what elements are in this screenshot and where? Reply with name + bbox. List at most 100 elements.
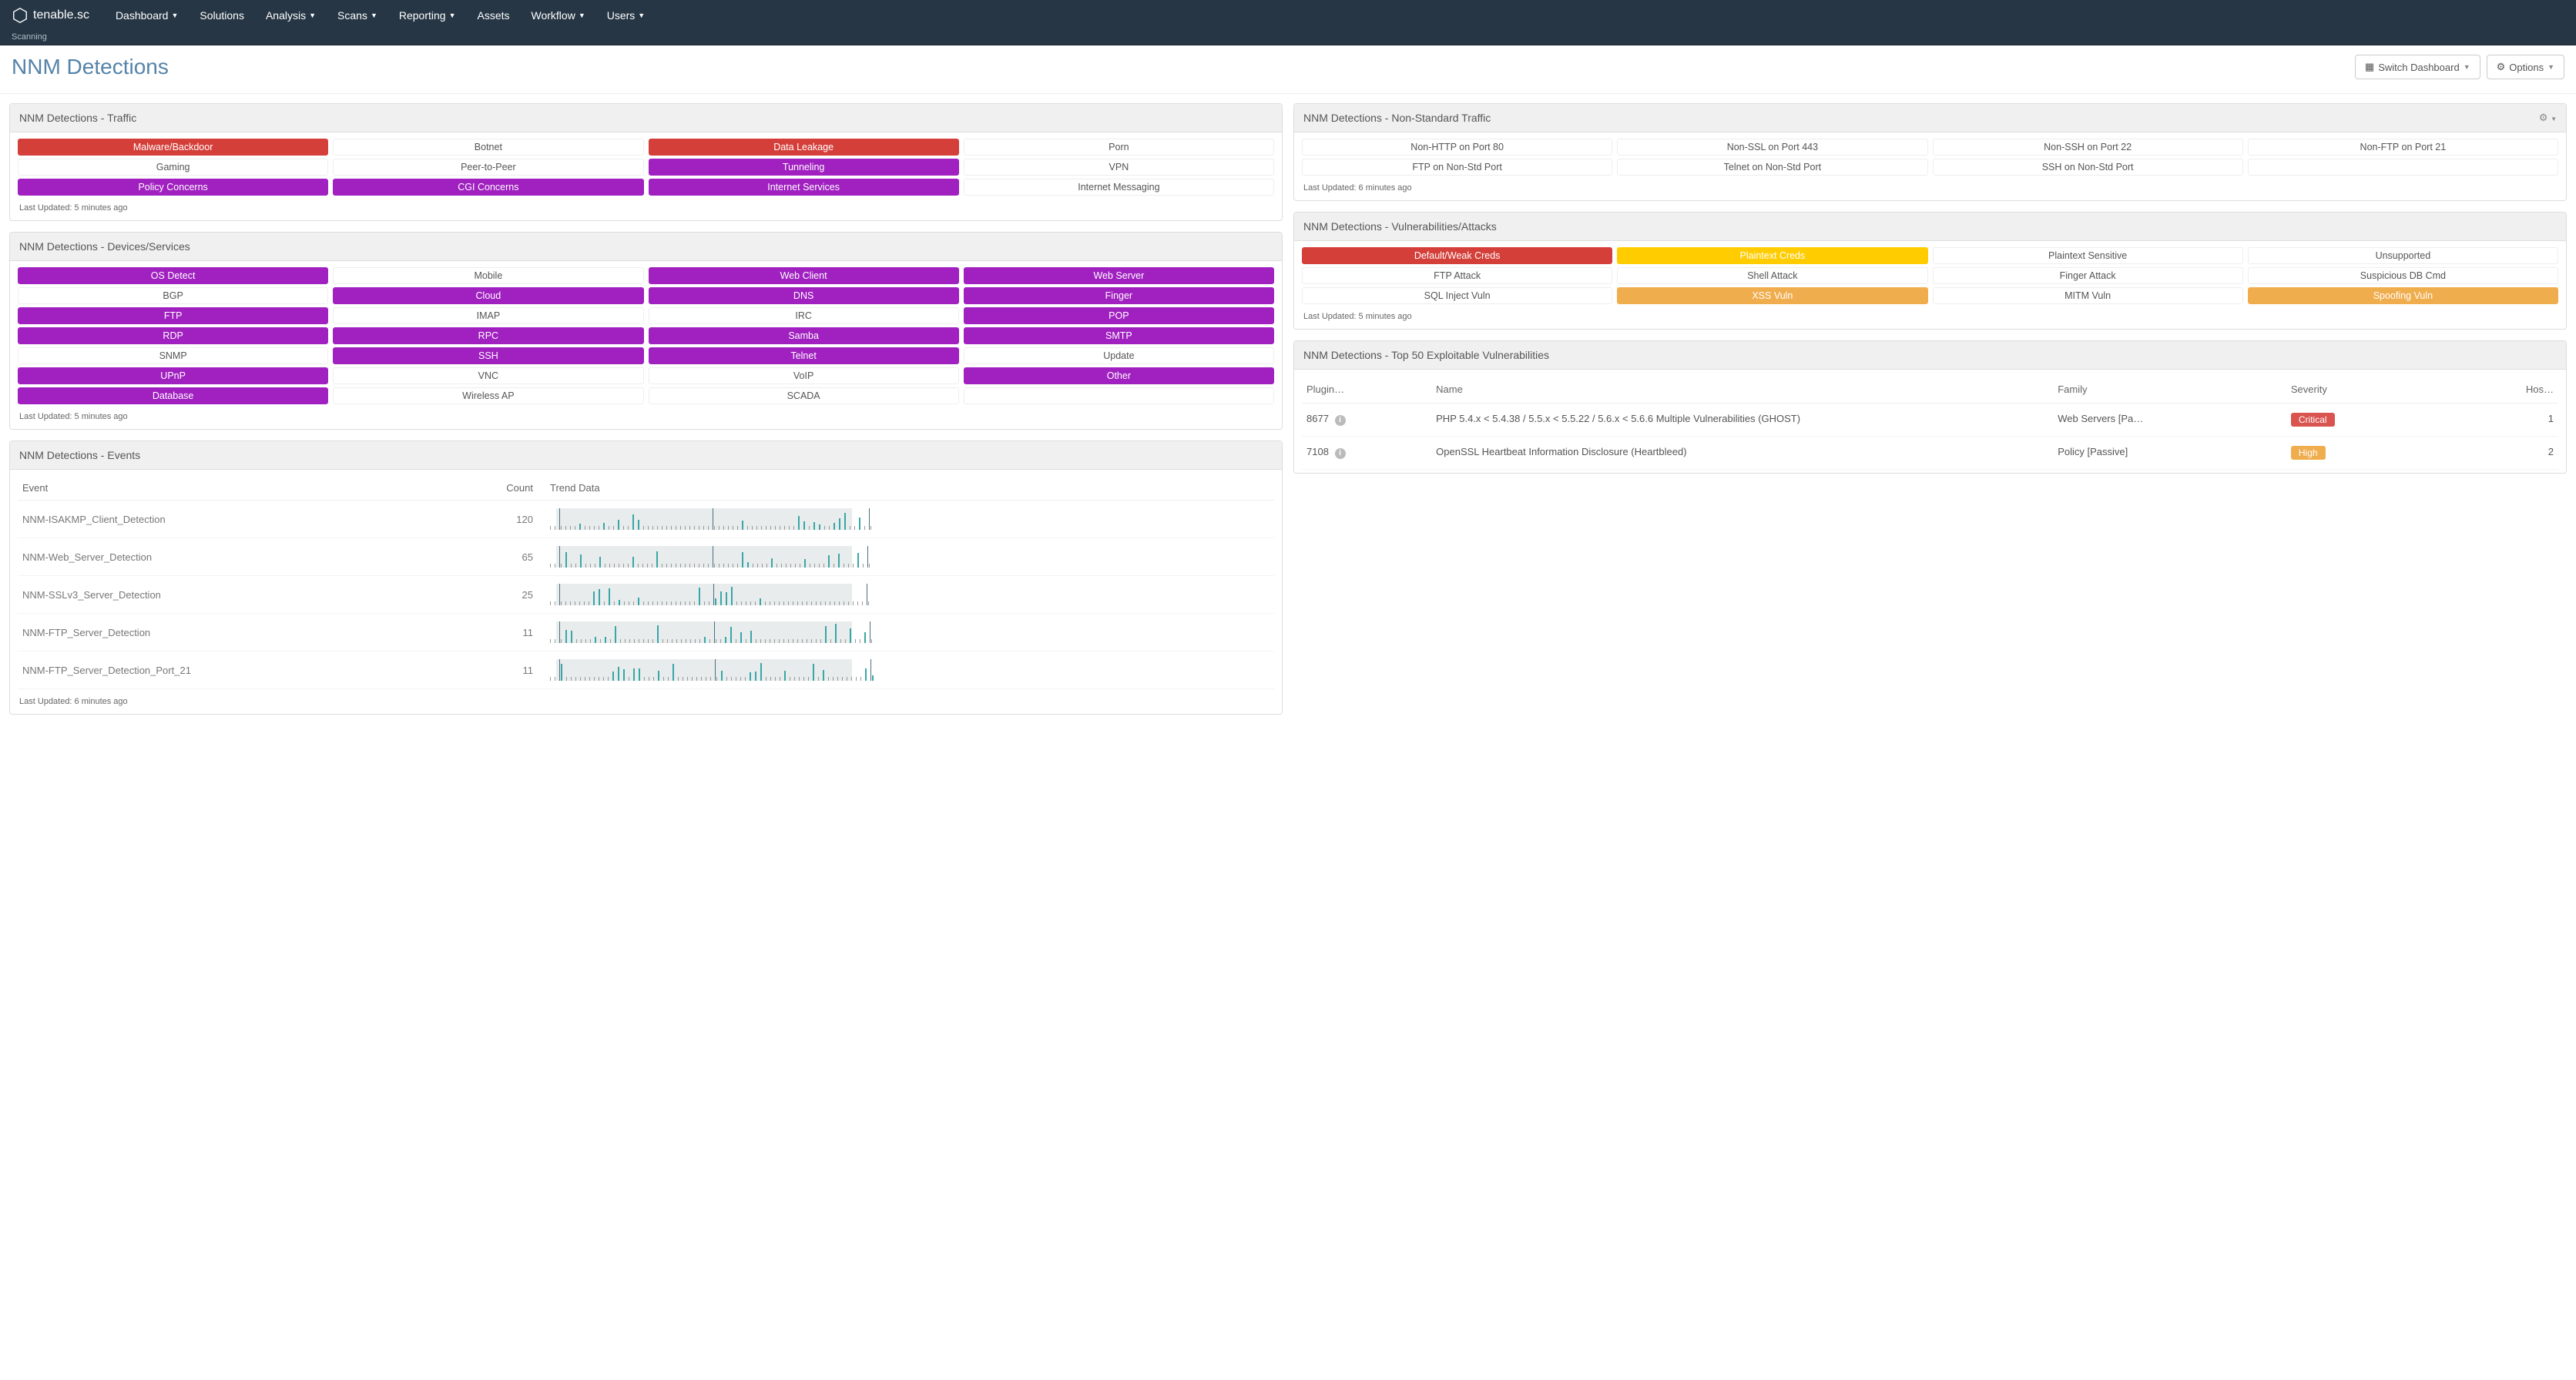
matrix-cell[interactable]: SSH on Non-Std Port [1933,159,2243,176]
col-trend[interactable]: Trend Data [545,476,1274,501]
matrix-cell[interactable]: XSS Vuln [1617,287,1927,304]
matrix-cell[interactable]: MITM Vuln [1933,287,2243,304]
col-count[interactable]: Count [420,476,545,501]
col-family[interactable]: Family [2053,376,2286,404]
trend-sparkline [545,651,1274,689]
matrix-cell[interactable]: BGP [18,287,328,304]
matrix-cell[interactable]: Web Client [649,267,959,284]
matrix-cell[interactable]: Cloud [333,287,643,304]
matrix-cell[interactable]: Telnet on Non-Std PortTelnet on Non-Std … [1617,159,1927,176]
matrix-cell[interactable]: VNC [333,367,643,384]
matrix-cell[interactable]: SQL Inject Vuln [1302,287,1612,304]
trend-sparkline [545,614,1274,651]
matrix-cell[interactable]: Non-FTP on Port 21 [2248,139,2558,156]
table-row[interactable]: 8677 iPHP 5.4.x < 5.4.38 / 5.5.x < 5.5.2… [1302,404,2558,437]
matrix-cell[interactable]: Default/Weak Creds [1302,247,1612,264]
matrix-cell[interactable]: DNS [649,287,959,304]
matrix-cell[interactable]: Internet Messaging [964,179,1274,196]
table-row[interactable]: NNM-FTP_Server_Detection_Port_2111 [18,651,1274,689]
col-plugin[interactable]: Plugin… [1302,376,1431,404]
matrix-cell[interactable]: SMTP [964,327,1274,344]
matrix-cell[interactable]: Web Server [964,267,1274,284]
matrix-cell[interactable]: Botnet [333,139,643,156]
col-name[interactable]: Name [1431,376,2053,404]
matrix-cell[interactable]: Peer-to-Peer [333,159,643,176]
table-row[interactable]: 7108 iOpenSSL Heartbeat Information Disc… [1302,437,2558,470]
matrix-cell[interactable]: Data Leakage [649,139,959,156]
matrix-cell[interactable]: Other [964,367,1274,384]
info-icon[interactable]: i [1335,448,1346,459]
matrix-cell[interactable]: Plaintext Sensitive [1933,247,2243,264]
matrix-cell[interactable]: FTP Attack [1302,267,1612,284]
matrix-cell[interactable]: Update [964,347,1274,364]
matrix-cell[interactable]: Tunneling [649,159,959,176]
last-updated: Last Updated: 6 minutes ago [10,692,1282,714]
matrix-cell[interactable]: Policy Concerns [18,179,328,196]
matrix-cell[interactable]: Telnet [649,347,959,364]
switch-dashboard-button[interactable]: ▦ Switch Dashboard ▼ [2355,55,2480,79]
matrix-cell[interactable]: Wireless AP [333,387,643,404]
matrix-cell[interactable]: SSH [333,347,643,364]
matrix-cell[interactable]: FTP on Non-Std Port [1302,159,1612,176]
matrix-cell[interactable]: Plaintext Creds [1617,247,1927,264]
table-row[interactable]: NNM-FTP_Server_Detection11 [18,614,1274,651]
matrix-cell[interactable]: Finger Attack [1933,267,2243,284]
matrix-cell[interactable]: SCADA [649,387,959,404]
table-row[interactable]: NNM-ISAKMP_Client_Detection120 [18,501,1274,538]
info-icon[interactable]: i [1335,415,1346,426]
matrix-cell[interactable]: Shell Attack [1617,267,1927,284]
matrix-cell[interactable]: FTP [18,307,328,324]
table-row[interactable]: NNM-SSLv3_Server_Detection25 [18,576,1274,614]
matrix-cell[interactable]: Unsupported [2248,247,2558,264]
nav-workflow[interactable]: Workflow▼ [521,0,596,31]
event-name: NNM-ISAKMP_Client_Detection [18,501,420,538]
event-name: NNM-FTP_Server_Detection [18,614,420,651]
nav-solutions[interactable]: Solutions [189,0,255,31]
plugin-id: 7108 i [1302,437,1431,470]
matrix-cell[interactable]: IRC [649,307,959,324]
matrix-cell[interactable]: Porn [964,139,1274,156]
options-button[interactable]: ⚙ Options ▼ [2487,55,2564,79]
matrix-cell[interactable]: VPN [964,159,1274,176]
matrix-cell[interactable]: SNMP [18,347,328,364]
matrix-cell[interactable]: OS Detect [18,267,328,284]
matrix-cell[interactable]: VoIP [649,367,959,384]
col-severity[interactable]: Severity [2286,376,2455,404]
matrix-cell[interactable]: Suspicious DB Cmd [2248,267,2558,284]
nav-assets[interactable]: Assets [466,0,520,31]
event-count: 25 [420,576,545,614]
matrix-cell[interactable]: Non-HTTP on Port 80 [1302,139,1612,156]
nav-users[interactable]: Users▼ [596,0,656,31]
matrix-cell[interactable]: Malware/Backdoor [18,139,328,156]
matrix-cell[interactable]: Non-SSL on Port 443 [1617,139,1927,156]
nav-reporting[interactable]: Reporting▼ [388,0,467,31]
matrix-cell[interactable]: Finger [964,287,1274,304]
event-name: NNM-Web_Server_Detection [18,538,420,576]
event-name: NNM-FTP_Server_Detection_Port_21 [18,651,420,689]
nav-dashboard[interactable]: Dashboard▼ [105,0,189,31]
page-header: NNM Detections ▦ Switch Dashboard ▼ ⚙ Op… [0,45,2576,94]
matrix-cell[interactable]: Database [18,387,328,404]
matrix-cell[interactable]: CGI Concerns [333,179,643,196]
col-hosts[interactable]: Hos… [2454,376,2558,404]
matrix-cell[interactable]: RPC [333,327,643,344]
matrix-cell[interactable]: Internet Services [649,179,959,196]
matrix-cell[interactable]: Spoofing Vuln [2248,287,2558,304]
table-row[interactable]: NNM-Web_Server_Detection65 [18,538,1274,576]
col-event[interactable]: Event [18,476,420,501]
matrix-cell[interactable]: POP [964,307,1274,324]
vuln-family: Policy [Passive] [2053,437,2286,470]
matrix-cell[interactable]: UPnP [18,367,328,384]
nav-scans[interactable]: Scans▼ [327,0,388,31]
matrix-cell[interactable]: RDP [18,327,328,344]
nav-analysis[interactable]: Analysis▼ [255,0,327,31]
matrix-cell[interactable]: IMAP [333,307,643,324]
matrix-cell[interactable]: Gaming [18,159,328,176]
panel-title: NNM Detections - Devices/Services [19,240,190,253]
panel-gear-icon[interactable]: ⚙ ▼ [2539,112,2557,124]
brand[interactable]: tenable.sc [12,7,89,24]
panel-traffic: NNM Detections - Traffic Malware/Backdoo… [9,103,1283,221]
matrix-cell[interactable]: Non-SSH on Port 22 [1933,139,2243,156]
matrix-cell[interactable]: Samba [649,327,959,344]
matrix-cell[interactable]: Mobile [333,267,643,284]
